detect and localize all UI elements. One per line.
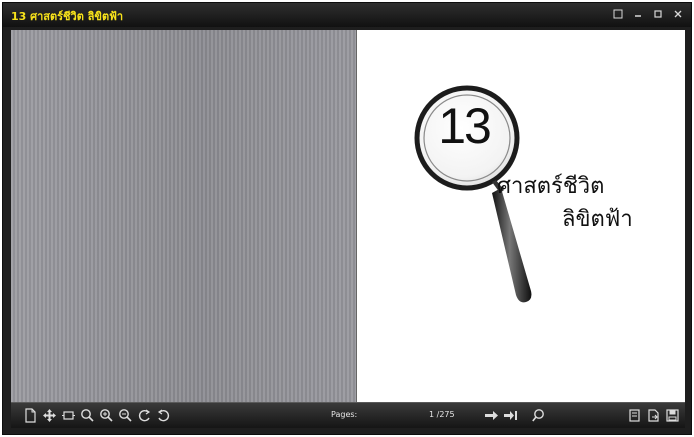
magnify-icon[interactable]: [80, 408, 95, 423]
close-icon[interactable]: [671, 7, 685, 21]
minimize-icon[interactable]: [631, 7, 645, 21]
cover-title-line-2: ลิขิตฟ้า: [562, 206, 633, 231]
rotate-right-icon[interactable]: [156, 408, 171, 423]
left-page[interactable]: [11, 30, 356, 402]
page-counter[interactable]: 1 /275: [429, 410, 455, 419]
cover-number: 13: [438, 98, 492, 154]
zoom-in-icon[interactable]: [99, 408, 114, 423]
rotate-left-icon[interactable]: [137, 408, 152, 423]
last-page-icon[interactable]: [503, 408, 518, 423]
search-icon[interactable]: [531, 408, 546, 423]
move-icon[interactable]: [42, 408, 57, 423]
maximize-icon[interactable]: [651, 7, 665, 21]
cover-page[interactable]: 13 ศาสตร์ชีวิต ลิขิตฟ้า: [356, 30, 685, 402]
next-page-icon[interactable]: [484, 408, 499, 423]
save-icon[interactable]: [665, 408, 680, 423]
title-bar[interactable]: 13 ศาสตร์ชีวิต ลิขิตฟ้า: [3, 3, 691, 27]
book-viewer[interactable]: 13 ศาสตร์ชีวิต ลิขิตฟ้า: [11, 30, 685, 402]
pages-label: Pages:: [331, 410, 358, 419]
fit-width-icon[interactable]: [61, 408, 76, 423]
app-window: 13 ศาสตร์ชีวิต ลิขิตฟ้า 13 ศาสตร์ชีวิต ล…: [2, 2, 692, 435]
print-icon[interactable]: [627, 408, 642, 423]
document-icon[interactable]: [23, 408, 38, 423]
fullscreen-icon[interactable]: [611, 7, 625, 21]
export-icon[interactable]: [646, 408, 661, 423]
bottom-toolbar: Pages: 1 /275: [11, 402, 685, 428]
window-controls: [611, 7, 685, 21]
window-title: 13 ศาสตร์ชีวิต ลิขิตฟ้า: [11, 10, 124, 23]
cover-title-line-1: ศาสตร์ชีวิต: [497, 173, 605, 198]
zoom-out-icon[interactable]: [118, 408, 133, 423]
